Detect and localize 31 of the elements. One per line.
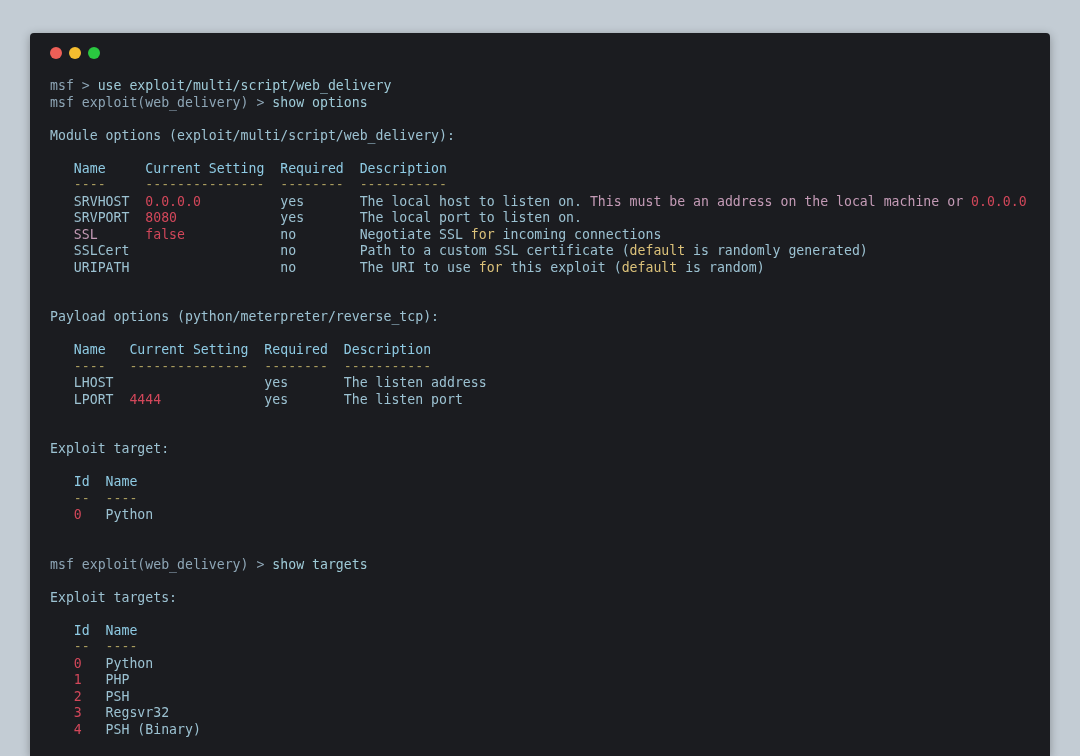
terminal-line: msf > use exploit/multi/script/web_delivery <box>50 78 392 93</box>
terminal-line: LPORT 4444 yes The listen port <box>73 391 463 407</box>
terminal-line: Module options (exploit/multi/script/web_delivery): <box>50 127 455 143</box>
terminal-line: -- ---- <box>73 639 138 654</box>
minimize-window-button[interactable] <box>69 47 81 59</box>
terminal-line: SSLCert no Path to a custom SSL certificate (default is randomly generated) <box>73 243 868 258</box>
terminal-line: msf exploit(web_delivery) > show targets <box>50 556 368 572</box>
terminal-line: 1 PHP <box>73 672 130 687</box>
close-window-button[interactable] <box>50 47 62 59</box>
terminal-line: URIPATH no The URI to use for this exploit (default is random) <box>73 259 765 275</box>
terminal-line: ---- --------------- -------- ----------- <box>73 177 447 192</box>
terminal-line: Id Name <box>73 474 138 489</box>
terminal-line: -- ---- <box>73 490 138 506</box>
terminal-line: 0 Python <box>73 507 154 522</box>
terminal-line: Id Name <box>73 622 138 638</box>
terminal-line: SRVHOST 0.0.0.0 yes The local host to listen on. This must be an address on the local machine or 0.0.0.0 <box>73 193 1027 209</box>
terminal-line: Payload options (python/meterpreter/reverse_tcp): <box>50 309 440 324</box>
terminal-line: Exploit targets: <box>50 589 178 605</box>
terminal-line: SRVPORT 8080 yes The local port to listen on. <box>73 210 582 225</box>
terminal-line: ---- --------------- -------- ----------- <box>73 358 432 374</box>
terminal-line: Exploit target: <box>50 441 170 456</box>
terminal-line: Name Current Setting Required Description <box>73 342 432 357</box>
terminal-line: 0 Python <box>73 655 154 671</box>
terminal-line: 2 PSH <box>73 688 130 704</box>
terminal-line: LHOST yes The listen address <box>73 375 487 390</box>
zoom-window-button[interactable] <box>88 47 100 59</box>
terminal-line: Name Current Setting Required Description <box>73 160 447 176</box>
terminal-line: msf exploit(web_delivery) > show options <box>50 94 368 110</box>
terminal-line: 3 Regsvr32 <box>73 705 170 720</box>
terminal-line: SSL false no Negotiate SSL for incoming connections <box>73 226 662 242</box>
terminal-line: 4 PSH (Binary) <box>73 721 201 737</box>
